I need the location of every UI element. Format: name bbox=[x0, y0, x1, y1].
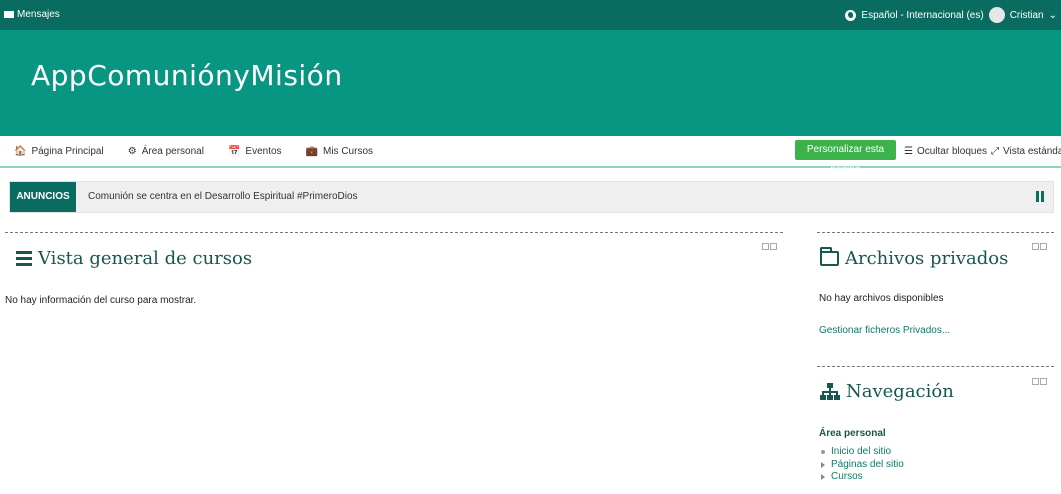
top-bar: Mensajes Español - Internacional (es) Cr… bbox=[0, 0, 1061, 30]
private-files-title-text: Archivos privados bbox=[845, 248, 1009, 269]
pause-icon[interactable] bbox=[1036, 191, 1044, 202]
nav-tree-item-label: Inicio del sitio bbox=[831, 446, 892, 457]
user-menu[interactable]: Cristian bbox=[1010, 10, 1044, 21]
sitemap-icon bbox=[820, 383, 840, 400]
announcements-tag: ANUNCIOS bbox=[10, 182, 76, 212]
navigation-title-text: Navegación bbox=[846, 381, 954, 402]
course-overview-title-text: Vista general de cursos bbox=[38, 248, 253, 269]
dashboard-icon: ⚙ bbox=[127, 146, 137, 157]
nav-tree-item-label: Cursos bbox=[831, 471, 863, 482]
block-divider bbox=[817, 232, 1054, 233]
globe-icon bbox=[845, 9, 857, 21]
folder-icon bbox=[820, 247, 839, 266]
navigation-tree: Inicio del sitio Páginas del sitio Curso… bbox=[819, 446, 904, 484]
menu-icon bbox=[16, 251, 32, 266]
nav-item-label: Página Principal bbox=[31, 146, 104, 157]
expand-arrow-icon bbox=[821, 474, 825, 481]
nav-tree-item[interactable]: Páginas del sitio bbox=[819, 459, 904, 472]
chevron-down-icon[interactable]: ⌄ bbox=[1049, 10, 1057, 21]
messages-link[interactable]: Mensajes bbox=[4, 9, 60, 20]
nav-section-dashboard[interactable]: Área personal bbox=[819, 428, 886, 439]
announcements-bar: ANUNCIOS Comunión se centra en el Desarr… bbox=[9, 181, 1054, 213]
home-icon: 🏠 bbox=[14, 146, 27, 157]
nav-item-label: Mis Cursos bbox=[323, 146, 374, 157]
envelope-icon bbox=[4, 11, 14, 18]
site-header: AppComuniónyMisión bbox=[0, 30, 1061, 136]
course-overview-title: Vista general de cursos bbox=[16, 248, 252, 269]
list-icon: ☰ bbox=[904, 146, 913, 157]
language-menu[interactable]: Español - Internacional (es) bbox=[861, 10, 983, 21]
nav-item-home[interactable]: 🏠 Página Principal bbox=[14, 146, 104, 157]
expand-arrow-icon bbox=[821, 461, 825, 468]
nav-item-dashboard[interactable]: ⚙ Área personal bbox=[128, 146, 204, 157]
expand-icon: ⤢ bbox=[991, 146, 1000, 157]
calendar-icon: 📅 bbox=[227, 146, 241, 157]
manage-private-files-link[interactable]: Gestionar ficheros Privados... bbox=[819, 325, 950, 336]
navigation-title: Navegación bbox=[820, 381, 954, 402]
standard-view-button[interactable]: Vista estándar bbox=[1003, 146, 1061, 157]
nav-tree-item-label: Páginas del sitio bbox=[831, 458, 904, 470]
course-overview-empty: No hay información del curso para mostra… bbox=[5, 295, 197, 306]
private-files-title: Archivos privados bbox=[820, 247, 1009, 269]
announcement-text[interactable]: Comunión se centra en el Desarrollo Espi… bbox=[88, 191, 358, 202]
nav-tree-item[interactable]: Inicio del sitio bbox=[819, 446, 904, 459]
hide-blocks-button[interactable]: Ocultar bloques bbox=[917, 146, 987, 157]
messages-label: Mensajes bbox=[17, 9, 60, 20]
nav-item-label: Eventos bbox=[245, 146, 282, 157]
custom-menu: 🏠 Página Principal ⚙ Área personal 📅 Eve… bbox=[0, 136, 1061, 175]
block-controls[interactable] bbox=[762, 243, 777, 250]
block-divider bbox=[5, 232, 783, 233]
nav-item-label: Área personal bbox=[141, 146, 204, 157]
block-divider bbox=[817, 366, 1054, 367]
block-controls[interactable] bbox=[1032, 243, 1047, 250]
avatar[interactable] bbox=[988, 7, 1005, 23]
bullet-icon bbox=[821, 450, 825, 455]
customize-page-button[interactable]: Personalizar esta página bbox=[795, 140, 896, 175]
block-controls[interactable] bbox=[1032, 378, 1047, 385]
briefcase-icon: 💼 bbox=[305, 146, 318, 157]
private-files-empty: No hay archivos disponibles bbox=[819, 293, 944, 304]
site-brand[interactable]: AppComuniónyMisión bbox=[31, 59, 343, 92]
nav-item-events[interactable]: 📅 Eventos bbox=[228, 146, 282, 157]
nav-tree-item[interactable]: Cursos bbox=[819, 471, 904, 484]
nav-item-my-courses[interactable]: 💼 Mis Cursos bbox=[306, 146, 373, 157]
